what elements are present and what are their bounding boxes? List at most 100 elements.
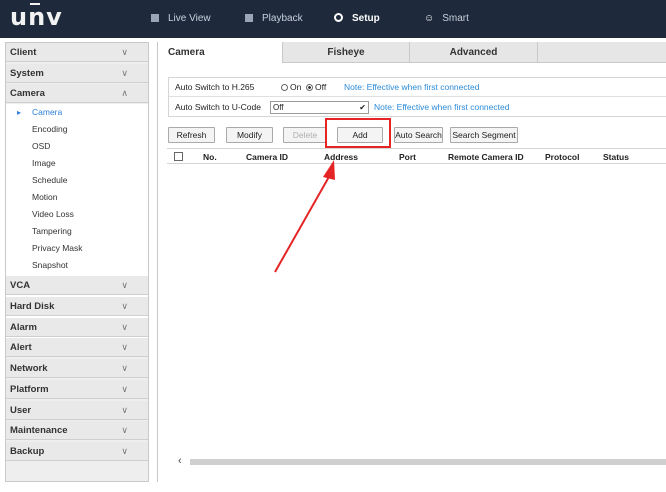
h265-label: Auto Switch to H.265 — [175, 82, 255, 92]
nav-live-view-label: Live View — [168, 13, 211, 24]
sidebar-category-user[interactable]: User ∨ — [6, 401, 148, 420]
sidebar-item-osd[interactable]: OSD — [6, 138, 148, 155]
sidebar-item-tampering[interactable]: Tampering — [6, 223, 148, 240]
nav-smart[interactable]: ☺ Smart — [424, 0, 469, 38]
nav-setup[interactable]: Setup — [334, 0, 380, 38]
settings-panel: Auto Switch to H.265 On Off Note: Effect… — [168, 77, 666, 117]
sidebar-category-network[interactable]: Network ∨ — [6, 359, 148, 378]
monitor-icon — [151, 14, 159, 22]
sidebar-item-snapshot[interactable]: Snapshot — [6, 257, 148, 274]
chevron-down-icon: ✔ — [359, 103, 366, 112]
sidebar-item-privacy-mask[interactable]: Privacy Mask — [6, 240, 148, 257]
sidebar-item-label: Camera — [32, 107, 63, 117]
tab-fisheye[interactable]: Fisheye — [283, 42, 409, 63]
column-status[interactable]: Status — [603, 149, 629, 165]
sidebar-category-client[interactable]: Client ∨ — [6, 43, 148, 62]
select-all-checkbox[interactable] — [174, 152, 183, 161]
chevron-down-icon: ∨ — [121, 47, 128, 57]
sidebar-item-label: Image — [32, 158, 56, 168]
column-port[interactable]: Port — [399, 149, 416, 165]
sidebar-item-schedule[interactable]: Schedule — [6, 172, 148, 189]
sidebar-item-video-loss[interactable]: Video Loss — [6, 206, 148, 223]
h265-on-option[interactable]: On — [281, 78, 301, 97]
modify-button[interactable]: Modify — [226, 127, 273, 143]
nav-live-view[interactable]: Live View — [151, 0, 211, 38]
refresh-button[interactable]: Refresh — [168, 127, 215, 143]
ucode-select[interactable]: Off ✔ — [270, 101, 369, 114]
chevron-up-icon: ∧ — [121, 88, 128, 98]
h265-row: Auto Switch to H.265 On Off Note: Effect… — [169, 78, 666, 97]
sidebar-category-label: Platform — [10, 384, 49, 395]
search-segment-button[interactable]: Search Segment — [450, 127, 518, 143]
film-icon — [245, 14, 253, 22]
sidebar-item-label: Schedule — [32, 175, 68, 185]
sidebar-item-label: Video Loss — [32, 209, 74, 219]
sidebar-item-label: Tampering — [32, 226, 72, 236]
chevron-down-icon: ∨ — [121, 342, 128, 352]
h265-note: Note: Effective when first connected — [344, 82, 480, 92]
sidebar-category-label: Alarm — [10, 322, 37, 333]
sidebar-category-platform[interactable]: Platform ∨ — [6, 380, 148, 399]
radio-selected-icon — [306, 84, 313, 91]
add-button-highlight — [325, 118, 391, 148]
sidebar-item-label: Privacy Mask — [32, 243, 83, 253]
ucode-note: Note: Effective when first connected — [374, 102, 510, 112]
auto-search-button[interactable]: Auto Search — [394, 127, 443, 143]
ucode-label: Auto Switch to U-Code — [175, 102, 261, 112]
sidebar-item-encoding[interactable]: Encoding — [6, 121, 148, 138]
chevron-down-icon: ∨ — [121, 301, 128, 311]
scrollbar-track[interactable] — [190, 459, 666, 465]
column-no[interactable]: No. — [203, 149, 217, 165]
sidebar-category-system[interactable]: System ∨ — [6, 64, 148, 83]
sidebar-item-label: Snapshot — [32, 260, 68, 270]
sidebar-category-label: Network — [10, 363, 48, 374]
sidebar-item-label: Motion — [32, 192, 58, 202]
nav-smart-label: Smart — [442, 13, 469, 24]
sidebar-category-alarm[interactable]: Alarm ∨ — [6, 318, 148, 337]
h265-on-label: On — [290, 82, 302, 92]
sidebar-category-label: Backup — [10, 446, 45, 457]
delete-button[interactable]: Delete — [283, 127, 327, 143]
ucode-row: Auto Switch to U-Code Off ✔ Note: Effect… — [169, 98, 666, 117]
scroll-left-icon[interactable]: ‹ — [178, 455, 182, 467]
sidebar-item-label: OSD — [32, 141, 51, 151]
sidebar: Client ∨ System ∨ Camera ∧ ▸ Camera Encod… — [5, 42, 149, 482]
nav-setup-label: Setup — [352, 13, 380, 24]
column-address[interactable]: Address — [324, 149, 358, 165]
sidebar-item-label: Encoding — [32, 124, 68, 134]
horizontal-scrollbar[interactable]: ‹ — [172, 455, 666, 467]
chevron-down-icon: ∨ — [121, 384, 128, 394]
sidebar-category-label: System — [10, 68, 44, 79]
chevron-down-icon: ∨ — [121, 280, 128, 290]
tab-camera[interactable]: Camera — [158, 42, 283, 63]
ucode-select-value: Off — [273, 103, 284, 112]
sidebar-item-image[interactable]: Image — [6, 155, 148, 172]
sidebar-category-backup[interactable]: Backup ∨ — [6, 442, 148, 461]
sidebar-category-hard-disk[interactable]: Hard Disk ∨ — [6, 297, 148, 316]
h265-off-option[interactable]: Off — [306, 78, 326, 97]
top-navigation-bar: unv Live View Playback Setup ☺ Smart — [0, 0, 666, 38]
tab-bar: Camera Fisheye Advanced — [158, 42, 666, 63]
column-protocol[interactable]: Protocol — [545, 149, 579, 165]
selected-bullet-icon: ▸ — [17, 108, 22, 117]
sidebar-category-maintenance[interactable]: Maintenance ∨ — [6, 421, 148, 440]
tab-advanced[interactable]: Advanced — [410, 42, 537, 63]
sidebar-item-camera[interactable]: ▸ Camera — [6, 104, 148, 121]
radio-icon — [281, 84, 288, 91]
sidebar-category-camera[interactable]: Camera ∧ — [6, 84, 148, 103]
chevron-down-icon: ∨ — [121, 405, 128, 415]
sidebar-item-motion[interactable]: Motion — [6, 189, 148, 206]
column-remote-camera-id[interactable]: Remote Camera ID — [448, 149, 524, 165]
sidebar-category-vca[interactable]: VCA ∨ — [6, 276, 148, 295]
nav-playback[interactable]: Playback — [245, 0, 303, 38]
person-icon: ☺ — [424, 13, 435, 24]
nav-playback-label: Playback — [262, 13, 303, 24]
chevron-down-icon: ∨ — [121, 363, 128, 373]
h265-off-label: Off — [315, 82, 327, 92]
sidebar-category-alert[interactable]: Alert ∨ — [6, 338, 148, 357]
brand-logo: unv — [10, 3, 63, 31]
chevron-down-icon: ∨ — [121, 322, 128, 332]
chevron-down-icon: ∨ — [121, 446, 128, 456]
chevron-down-icon: ∨ — [121, 68, 128, 78]
column-camera-id[interactable]: Camera ID — [246, 149, 288, 165]
